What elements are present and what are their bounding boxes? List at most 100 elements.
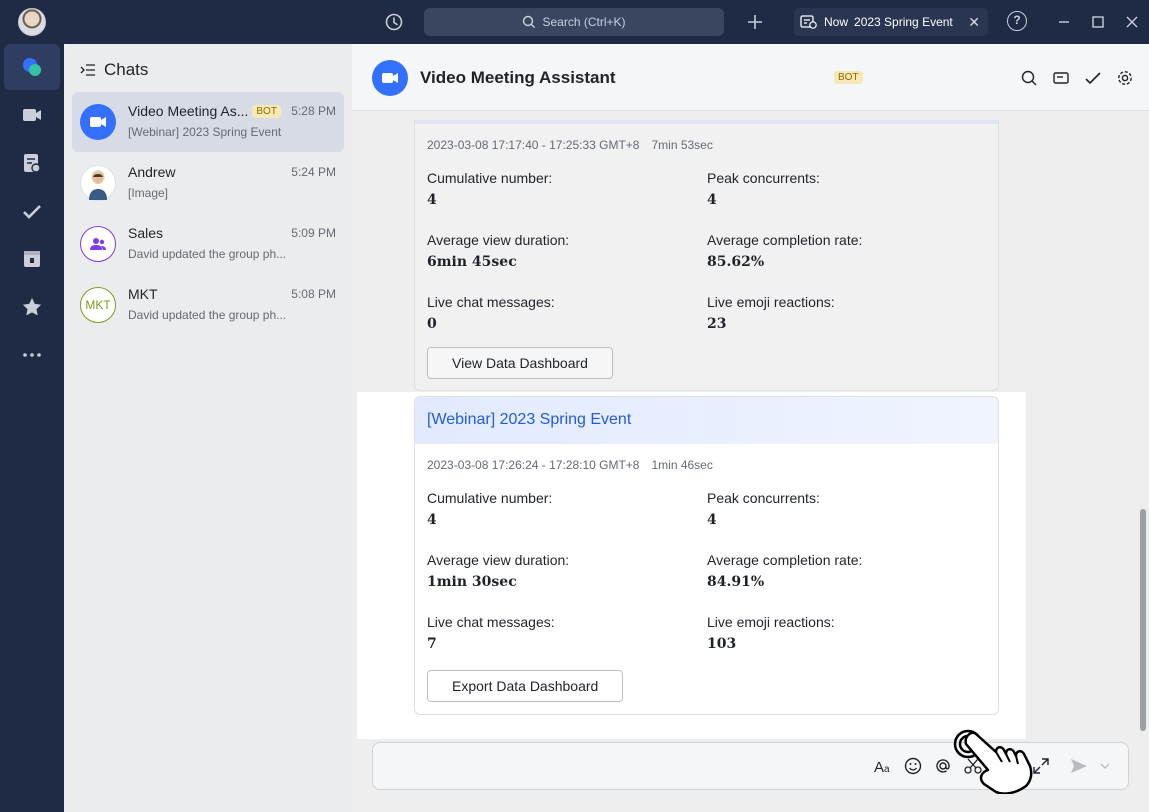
user-avatar[interactable]: [18, 8, 46, 36]
stat-value: 23: [707, 316, 727, 332]
person-photo-icon: [89, 174, 107, 200]
stat-value: 6min 45sec: [427, 254, 517, 270]
settings-gear-icon[interactable]: [1116, 69, 1134, 87]
nav-docs[interactable]: [4, 140, 60, 186]
card-header-strip: [415, 120, 998, 124]
avatar: [80, 104, 116, 140]
group-icon: [90, 238, 106, 250]
chat-item-video-meeting-assistant[interactable]: Video Meeting As... BOT 5:28 PM [Webinar]…: [72, 92, 344, 152]
chat-item-andrew[interactable]: Andrew 5:24 PM [Image]: [72, 153, 344, 213]
nav-calendar[interactable]: [4, 236, 60, 282]
star-icon: [22, 298, 42, 316]
event-icon: [800, 15, 817, 29]
bot-badge: BOT: [834, 71, 863, 84]
nav-rail: [0, 44, 64, 812]
card-title[interactable]: [Webinar] 2023 Spring Event: [415, 397, 998, 444]
history-icon[interactable]: [383, 11, 405, 33]
stat-label: Live chat messages:: [427, 614, 555, 630]
chat-item-sales[interactable]: Sales 5:09 PM David updated the group ph…: [72, 214, 344, 274]
chat-list-header: Chats: [80, 60, 148, 80]
scrollbar[interactable]: [1140, 509, 1146, 731]
search-input[interactable]: Search (Ctrl+K): [424, 8, 724, 36]
check-icon[interactable]: [1084, 69, 1102, 87]
video-camera-icon: [23, 109, 41, 121]
title-bar: Search (Ctrl+K) Now 2023 Spring Event ✕ …: [0, 0, 1149, 44]
card-meta: 2023-03-08 17:17:40 - 17:25:33 GMT+8 7min…: [427, 138, 713, 152]
announcement-icon[interactable]: [1052, 69, 1070, 87]
avatar: MKT: [80, 287, 116, 323]
webinar-card: [Webinar] 2023 Spring Event 2023-03-08 1…: [414, 396, 999, 715]
view-data-dashboard-button[interactable]: View Data Dashboard: [427, 347, 613, 379]
avatar: [80, 165, 116, 201]
stat-label: Cumulative number:: [427, 490, 553, 506]
send-icon[interactable]: [1069, 756, 1089, 776]
emoji-icon[interactable]: [903, 756, 923, 776]
chat-time: 5:08 PM: [291, 287, 336, 301]
svg-text:A: A: [874, 759, 884, 776]
stat-label: Cumulative number:: [427, 170, 553, 186]
close-icon[interactable]: ✕: [968, 14, 980, 31]
export-data-dashboard-button[interactable]: Export Data Dashboard: [427, 670, 624, 702]
stat-label: Peak concurrents:: [707, 490, 820, 506]
stat-label: Average completion rate:: [707, 552, 863, 568]
text-format-icon[interactable]: Aa: [873, 756, 893, 776]
now-label: Now: [824, 15, 849, 29]
help-icon[interactable]: ?: [1007, 11, 1027, 31]
maximize-icon[interactable]: [1087, 11, 1109, 33]
search-icon[interactable]: [1020, 69, 1038, 87]
stat-value: 7: [427, 636, 437, 652]
chat-time: 5:09 PM: [291, 226, 336, 240]
chat-preview: David updated the group ph...: [128, 247, 287, 261]
nav-messenger[interactable]: [4, 44, 60, 90]
list-collapse-icon[interactable]: [80, 62, 96, 78]
hand-pointer-icon: [953, 729, 1033, 794]
stat-label: Peak concurrents:: [707, 170, 820, 186]
check-icon: [23, 205, 41, 219]
stat-value: 85.62%: [707, 254, 765, 270]
nav-favorites[interactable]: [4, 284, 60, 330]
avatar[interactable]: [372, 60, 408, 96]
card-meta: 2023-03-08 17:26:24 - 17:28:10 GMT+8 1min…: [427, 458, 713, 472]
docs-icon: [24, 154, 41, 173]
nav-more[interactable]: [4, 332, 60, 378]
prev-webinar-card: 2023-03-08 17:17:40 - 17:25:33 GMT+8 7min…: [414, 120, 999, 391]
chat-time: 5:28 PM: [291, 104, 336, 118]
close-window-icon[interactable]: [1121, 11, 1143, 33]
stat-value: 0: [427, 316, 437, 332]
chat-name: Video Meeting As... BOT: [128, 103, 281, 119]
now-event-name: 2023 Spring Event: [854, 15, 953, 29]
chat-bubble-icon: [23, 58, 41, 76]
stat-value: 84.91%: [707, 574, 765, 590]
conversation-header: Video Meeting Assistant BOT: [352, 44, 1149, 111]
conversation-panel: Video Meeting Assistant BOT 2023-03-08 1…: [352, 44, 1149, 812]
more-icon: [23, 353, 41, 357]
stat-value: 103: [707, 636, 737, 652]
stat-label: Average completion rate:: [707, 232, 863, 248]
video-camera-icon: [90, 117, 106, 127]
search-icon: [523, 15, 536, 28]
chat-name: MKT: [128, 286, 158, 302]
stat-label: Average view duration:: [427, 232, 570, 248]
chat-item-mkt[interactable]: MKT MKT 5:08 PM David updated the group …: [72, 275, 344, 335]
stat-value: 4: [707, 192, 717, 208]
plus-icon[interactable]: [744, 11, 766, 33]
chat-name: Sales: [128, 225, 164, 241]
stat-label: Live emoji reactions:: [707, 294, 835, 310]
chat-preview: [Webinar] 2023 Spring Event: [128, 125, 282, 139]
now-event-tab[interactable]: Now 2023 Spring Event ✕: [794, 8, 988, 36]
conversation-title: Video Meeting Assistant: [420, 68, 616, 87]
stat-value: 1min 30sec: [427, 574, 517, 590]
stat-label: Live chat messages:: [427, 294, 555, 310]
minimize-icon[interactable]: [1053, 11, 1075, 33]
search-placeholder: Search (Ctrl+K): [542, 15, 626, 29]
nav-tasks[interactable]: [4, 188, 60, 234]
calendar-icon: [24, 251, 40, 267]
chat-preview: David updated the group ph...: [128, 308, 287, 322]
nav-meetings[interactable]: [4, 92, 60, 138]
chevron-down-icon[interactable]: [1099, 756, 1111, 776]
chat-time: 5:24 PM: [291, 165, 336, 179]
stat-value: 4: [427, 512, 437, 528]
stat-label: Live emoji reactions:: [707, 614, 835, 630]
mention-icon[interactable]: [933, 756, 953, 776]
bot-badge: BOT: [252, 105, 281, 118]
